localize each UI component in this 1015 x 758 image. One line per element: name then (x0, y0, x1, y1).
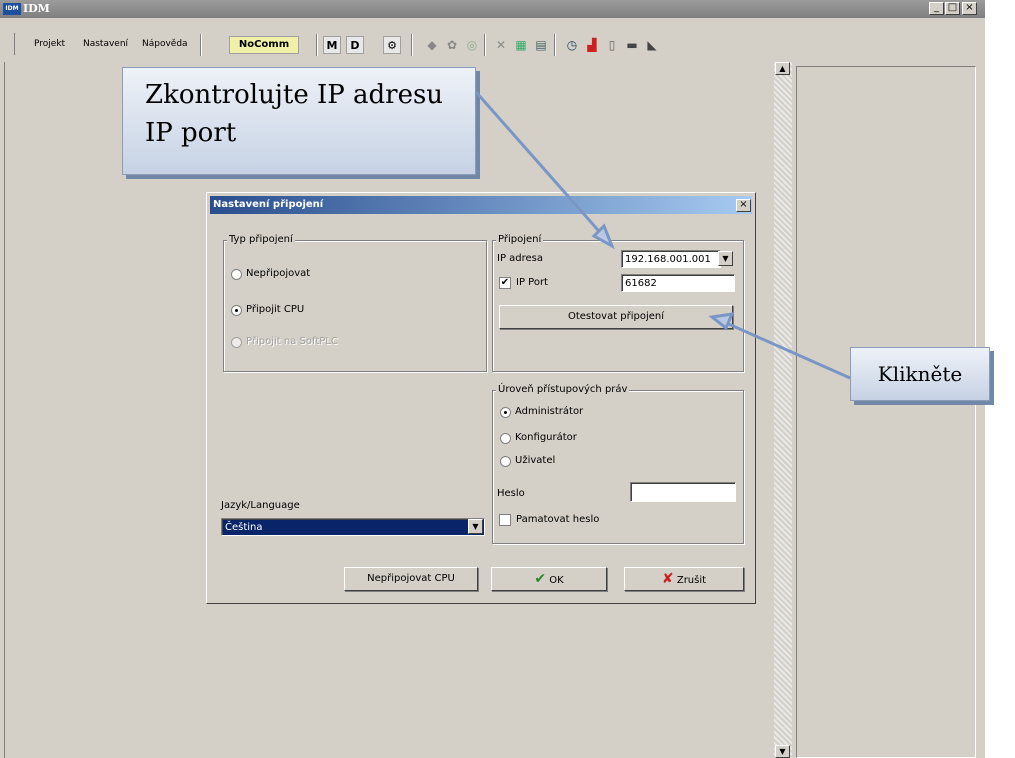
arrow-to-test-button (723, 320, 851, 380)
arrow-head-test (708, 312, 735, 331)
arrow-to-ip-address (474, 91, 607, 239)
callout-arrows (474, 91, 851, 380)
